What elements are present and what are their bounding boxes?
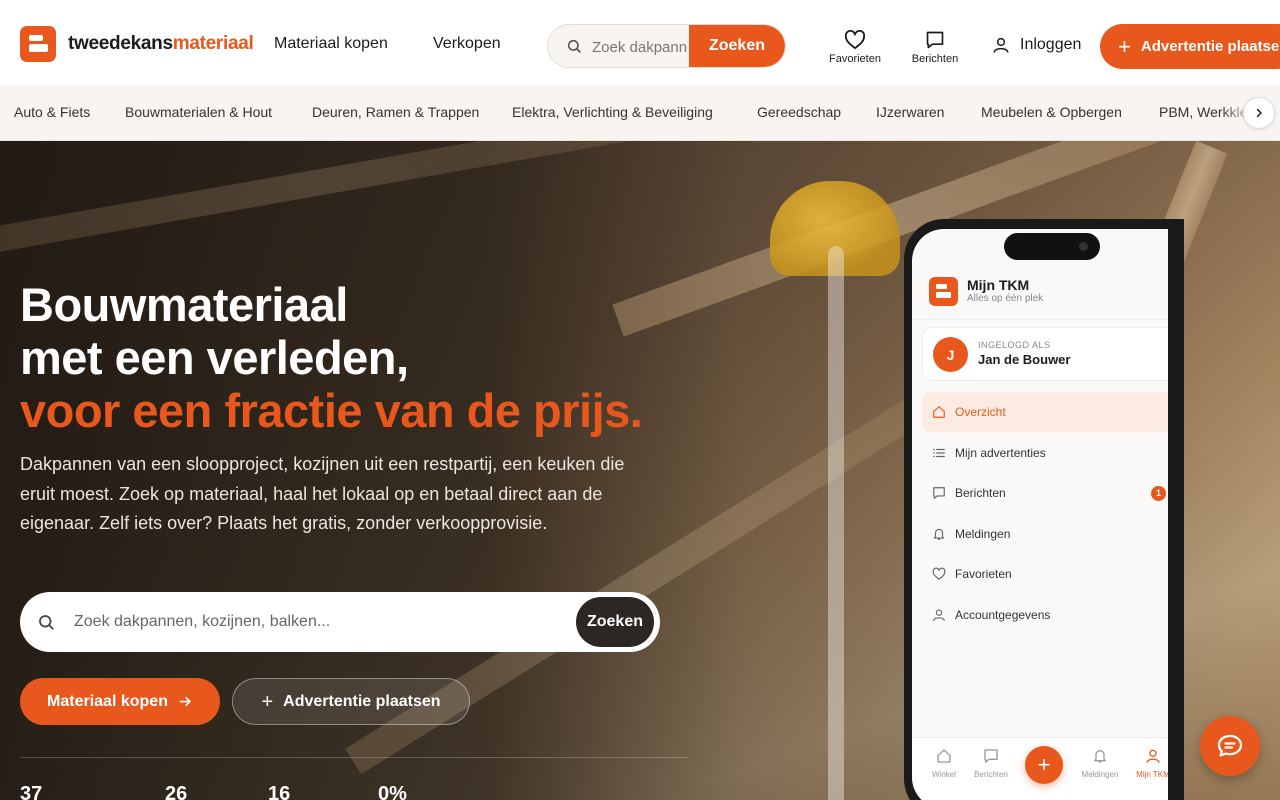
stat-value: 0% — [378, 783, 407, 800]
search-icon — [39, 615, 54, 630]
menu-item-mijn-advertenties[interactable]: Mijn advertenties — [922, 433, 1168, 473]
home-icon — [933, 406, 945, 418]
hero-place-ad-button[interactable]: + Advertentie plaatsen — [232, 678, 470, 725]
hero-place-ad-label: Advertentie plaatsen — [283, 692, 441, 710]
app-subtitle: Alles op één plek — [967, 293, 1044, 304]
search-icon — [567, 39, 581, 53]
user-name: Jan de Bouwer — [978, 352, 1071, 367]
tab-add-button[interactable]: + — [1025, 746, 1063, 784]
chat-bubble-icon — [926, 31, 944, 49]
nav-materiaal-kopen[interactable]: Materiaal kopen — [274, 35, 388, 53]
glass-panel — [828, 246, 844, 800]
menu-item-meldingen[interactable]: Meldingen — [922, 514, 1168, 554]
app-logo-icon — [929, 277, 958, 306]
messages-link[interactable]: Berichten — [900, 30, 970, 65]
menu-item-berichten[interactable]: Berichten 1 — [922, 473, 1168, 513]
logo-mark-icon — [20, 26, 56, 62]
hero-title: Bouwmateriaal met een verleden, voor een… — [20, 278, 643, 437]
user-icon — [1146, 749, 1160, 763]
hero-search-input[interactable] — [74, 606, 574, 638]
logged-in-label: INGELOGD ALS — [978, 340, 1051, 350]
tab-berichten[interactable]: Berichten — [966, 748, 1016, 779]
plus-icon: + — [1118, 33, 1131, 59]
header-search-button[interactable]: Zoeken — [689, 25, 785, 67]
site-header: tweedekansmateriaal Materiaal kopen Verk… — [0, 0, 1280, 85]
chat-icon — [984, 749, 998, 763]
bell-icon — [1094, 750, 1106, 763]
hero-lead: Dakpannen van een sloopproject, kozijnen… — [20, 454, 625, 533]
category-link[interactable]: Elektra, Verlichting & Beveiliging — [512, 104, 713, 120]
favorites-link[interactable]: Favorieten — [820, 30, 890, 65]
category-link[interactable]: Bouwmaterialen & Hout — [125, 104, 272, 120]
arrow-right-icon — [179, 696, 191, 707]
phone-tab-bar: Winkel Berichten + Meldingen Mijn TKM — [912, 737, 1168, 800]
category-bar: Auto & Fiets Bouwmaterialen & Hout Deure… — [0, 85, 1280, 141]
menu-item-accountgegevens[interactable]: Accountgegevens — [922, 595, 1168, 635]
plus-icon: + — [261, 690, 274, 713]
tab-mijn-tkm[interactable]: Mijn TKM — [1128, 748, 1168, 779]
hero-search: Zoeken — [20, 592, 660, 652]
stat-value: 26 — [165, 783, 188, 800]
buy-material-button[interactable]: Materiaal kopen — [20, 678, 220, 725]
chat-icon — [933, 487, 945, 499]
stat-value: 16 — [268, 783, 291, 800]
category-link[interactable]: Gereedschap — [757, 104, 841, 120]
heart-icon — [844, 30, 866, 50]
store-icon — [937, 749, 951, 763]
tab-winkel[interactable]: Winkel — [919, 748, 969, 779]
login-link[interactable]: Inloggen — [992, 36, 1081, 54]
category-link[interactable]: IJzerwaren — [876, 104, 944, 120]
menu-item-favorieten[interactable]: Favorieten — [922, 554, 1168, 594]
messages-label: Berichten — [911, 53, 959, 65]
header-search: Zoeken — [547, 24, 786, 68]
logo-text: tweedekansmateriaal — [68, 33, 254, 54]
buy-material-label: Materiaal kopen — [47, 692, 168, 710]
app-title: Mijn TKM — [967, 277, 1030, 293]
tab-meldingen[interactable]: Meldingen — [1075, 748, 1125, 779]
chat-button[interactable] — [1200, 716, 1260, 776]
stat-value: 37 — [20, 783, 43, 800]
user-icon — [933, 609, 945, 622]
bell-icon — [933, 528, 945, 540]
heart-icon — [932, 567, 946, 580]
app-separator — [912, 319, 1168, 320]
place-ad-button[interactable]: + Advertentie plaatsen — [1100, 24, 1280, 69]
place-ad-label: Advertentie plaatsen — [1140, 38, 1280, 55]
nav-verkopen[interactable]: Verkopen — [433, 35, 501, 53]
category-next-button[interactable] — [1243, 97, 1275, 129]
menu-item-overzicht[interactable]: Overzicht — [922, 392, 1168, 432]
hero-search-button[interactable]: Zoeken — [576, 597, 654, 647]
user-card: J INGELOGD ALS Jan de Bouwer — [922, 327, 1168, 381]
phone-screen: Mijn TKM Alles op één plek J INGELOGD AL… — [912, 229, 1168, 800]
chevron-right-icon — [1256, 108, 1262, 118]
login-label: Inloggen — [1020, 36, 1082, 53]
list-icon — [933, 448, 945, 458]
user-icon — [993, 37, 1009, 53]
site-logo[interactable]: tweedekansmateriaal — [20, 26, 254, 62]
favorites-label: Favorieten — [829, 53, 881, 65]
category-link[interactable]: Auto & Fiets — [14, 104, 90, 120]
phone-notch — [1004, 233, 1100, 260]
category-link[interactable]: Meubelen & Opbergen — [981, 104, 1122, 120]
unread-badge: 1 — [1151, 485, 1166, 501]
hero-divider — [20, 757, 688, 758]
header-search-input[interactable] — [592, 33, 688, 61]
avatar: J — [933, 337, 968, 372]
background-beam — [0, 141, 657, 258]
category-link[interactable]: Deuren, Ramen & Trappen — [312, 104, 479, 120]
chat-support-icon — [1217, 734, 1243, 757]
